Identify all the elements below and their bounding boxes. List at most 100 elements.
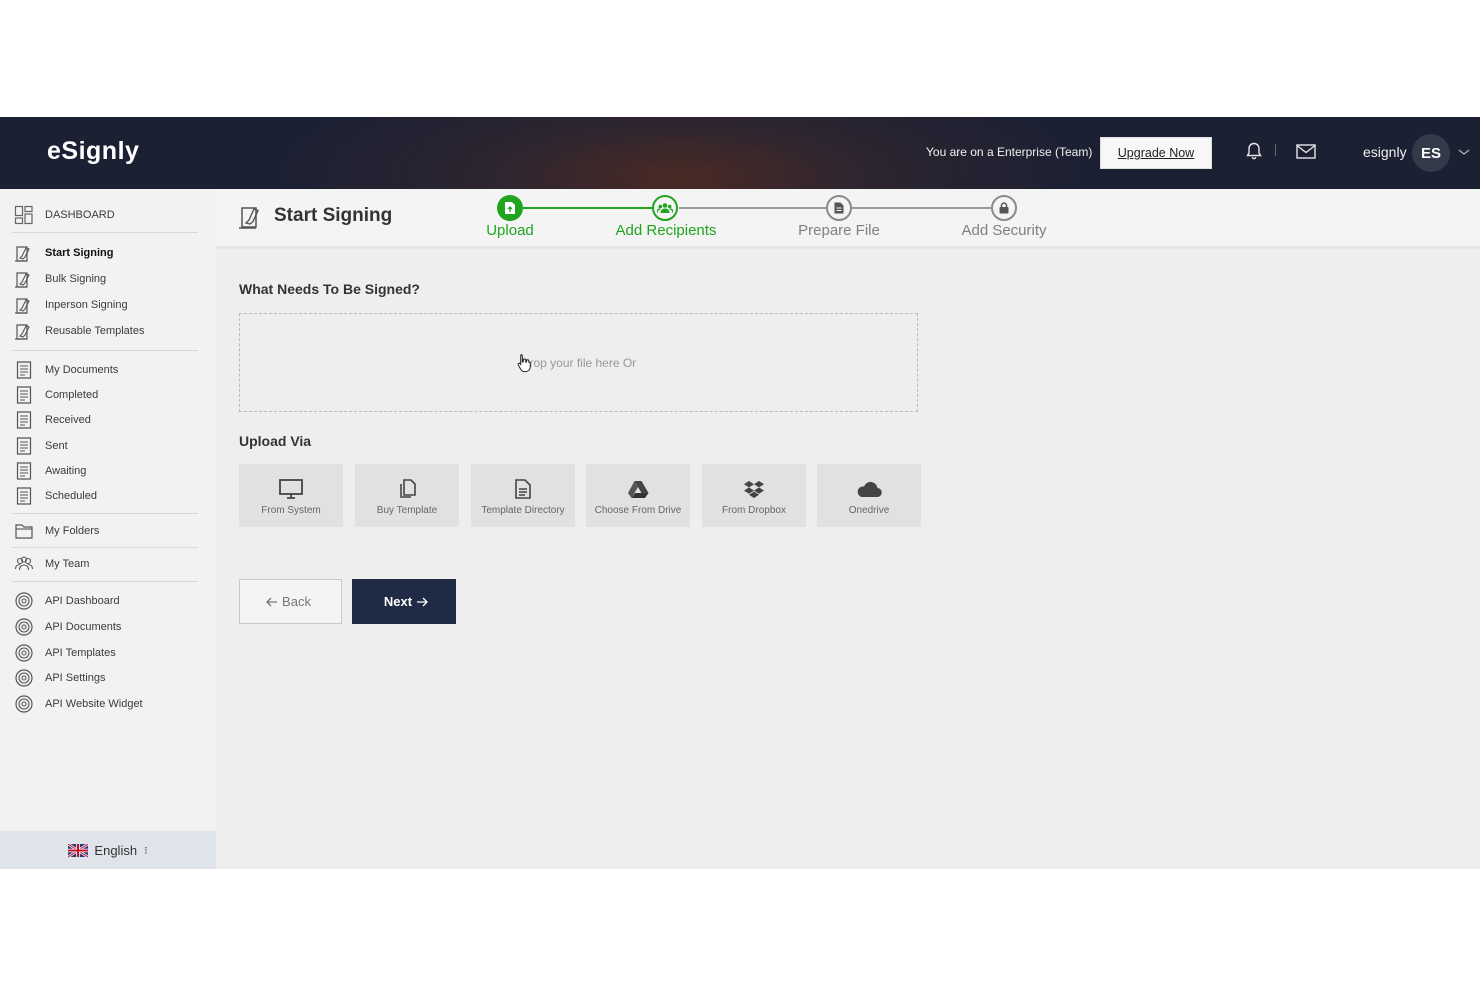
sidebar-item-label: API Website Widget — [45, 698, 143, 710]
users-icon — [657, 203, 673, 213]
api-gear-icon — [15, 592, 33, 610]
file-dropzone[interactable]: Drop your file here Or — [239, 313, 918, 412]
template-directory-button[interactable]: Template Directory — [471, 464, 575, 527]
sidebar-item-label: API Documents — [45, 621, 122, 633]
back-button[interactable]: Back — [239, 579, 342, 624]
sidebar-item-label: My Documents — [45, 364, 119, 376]
sidebar-item-awaiting[interactable]: Awaiting — [0, 459, 216, 483]
onedrive-button[interactable]: Onedrive — [817, 464, 921, 527]
sidebar-divider — [12, 350, 198, 351]
topbar-divider — [1275, 144, 1276, 156]
sidebar-item-reusable-templates[interactable]: Reusable Templates — [0, 319, 216, 343]
bell-icon[interactable] — [1244, 141, 1264, 161]
lock-icon — [999, 202, 1009, 214]
sidebar-item-label: My Team — [45, 558, 90, 570]
upload-option-label: From System — [261, 505, 321, 516]
arrow-right-icon — [417, 597, 429, 606]
sidebar-item-api-documents[interactable]: API Documents — [0, 615, 216, 639]
sidebar-item-label: Awaiting — [45, 465, 87, 477]
sidebar-item-label: Sent — [45, 440, 68, 452]
upload-option-label: From Dropbox — [722, 505, 786, 516]
sidebar-item-inperson-signing[interactable]: Inperson Signing — [0, 293, 216, 317]
step-label-add-recipients[interactable]: Add Recipients — [616, 222, 717, 239]
document-icon — [16, 411, 32, 429]
upgrade-now-button[interactable]: Upgrade Now — [1100, 137, 1212, 169]
step-upload[interactable] — [497, 195, 523, 221]
mail-icon[interactable] — [1295, 141, 1317, 161]
app-window: eSignly You are on a Enterprise (Team) U… — [0, 117, 1480, 869]
sidebar-item-label: API Dashboard — [45, 595, 120, 607]
sidebar-divider — [12, 547, 198, 548]
sidebar-item-api-dashboard[interactable]: API Dashboard — [0, 589, 216, 613]
buy-template-button[interactable]: Buy Template — [355, 464, 459, 527]
sidebar-item-completed[interactable]: Completed — [0, 383, 216, 407]
sidebar-item-label: Start Signing — [45, 247, 114, 259]
step-add-security[interactable] — [991, 195, 1017, 221]
app-logo[interactable]: eSignly — [47, 137, 139, 166]
upload-from-system-button[interactable]: From System — [239, 464, 343, 527]
sign-doc-icon — [239, 207, 259, 229]
folder-icon — [15, 524, 33, 539]
monitor-icon — [279, 479, 303, 499]
upload-option-label: Buy Template — [376, 505, 438, 516]
sidebar-item-label: Bulk Signing — [45, 273, 107, 285]
step-connector — [852, 207, 991, 209]
sidebar-item-api-templates[interactable]: API Templates — [0, 641, 216, 665]
sidebar-item-label: Reusable Templates — [45, 325, 145, 337]
page-title: Start Signing — [274, 205, 393, 226]
sidebar-item-label: Received — [45, 414, 91, 426]
document-icon — [16, 462, 32, 480]
sign-doc-icon — [15, 298, 30, 314]
document-icon — [16, 361, 32, 379]
step-prepare-file[interactable] — [826, 195, 852, 221]
sidebar-item-dashboard[interactable]: DASHBOARD — [0, 203, 216, 227]
document-icon — [515, 479, 531, 499]
sidebar-item-received[interactable]: Received — [0, 408, 216, 432]
upload-option-label: Choose From Drive — [594, 505, 682, 516]
next-button[interactable]: Next — [352, 579, 456, 624]
top-bar: eSignly You are on a Enterprise (Team) U… — [0, 117, 1480, 189]
sidebar-item-label: Completed — [45, 389, 99, 401]
document-icon — [16, 487, 32, 505]
cloud-icon — [857, 481, 882, 498]
back-button-label: Back — [282, 594, 311, 609]
section-title-upload-via: Upload Via — [239, 433, 312, 449]
sidebar-item-my-documents[interactable]: My Documents — [0, 358, 216, 382]
choose-from-drive-button[interactable]: Choose From Drive — [586, 464, 690, 527]
sidebar-item-label: Scheduled — [45, 490, 97, 502]
sidebar-item-bulk-signing[interactable]: Bulk Signing — [0, 267, 216, 291]
sidebar-item-label: API Settings — [45, 672, 106, 684]
api-gear-icon — [15, 695, 33, 713]
sidebar-item-scheduled[interactable]: Scheduled — [0, 484, 216, 508]
sort-caret-icon: ⁝ — [144, 844, 148, 857]
dropbox-icon — [744, 481, 764, 498]
step-connector-done — [523, 207, 654, 209]
sidebar-item-api-settings[interactable]: API Settings — [0, 666, 216, 690]
upload-option-label: Onedrive — [848, 505, 890, 516]
language-selector[interactable]: English ⁝ — [0, 831, 216, 869]
username[interactable]: esignly — [1363, 144, 1407, 160]
uk-flag-icon — [68, 843, 89, 857]
step-add-recipients[interactable] — [652, 195, 678, 221]
step-label-prepare-file[interactable]: Prepare File — [798, 222, 880, 239]
sidebar-item-start-signing[interactable]: Start Signing — [0, 241, 216, 265]
document-icon — [16, 437, 32, 455]
google-drive-icon — [628, 481, 649, 498]
step-label-upload[interactable]: Upload — [486, 222, 534, 239]
sidebar-item-sent[interactable]: Sent — [0, 434, 216, 458]
from-dropbox-button[interactable]: From Dropbox — [702, 464, 806, 527]
upload-file-icon — [505, 202, 515, 214]
sidebar-divider — [12, 513, 198, 514]
avatar[interactable]: ES — [1412, 134, 1450, 172]
sidebar-item-my-folders[interactable]: My Folders — [0, 519, 216, 543]
sidebar-item-my-team[interactable]: My Team — [0, 552, 216, 576]
step-connector — [679, 207, 826, 209]
sidebar-item-label: API Templates — [45, 647, 116, 659]
sign-doc-icon — [15, 272, 30, 288]
chevron-down-icon[interactable] — [1457, 146, 1471, 158]
team-icon — [14, 556, 34, 571]
sidebar-item-api-website-widget[interactable]: API Website Widget — [0, 692, 216, 716]
step-label-add-security[interactable]: Add Security — [961, 222, 1046, 239]
file-icon — [834, 202, 844, 214]
sign-doc-icon — [15, 246, 30, 262]
